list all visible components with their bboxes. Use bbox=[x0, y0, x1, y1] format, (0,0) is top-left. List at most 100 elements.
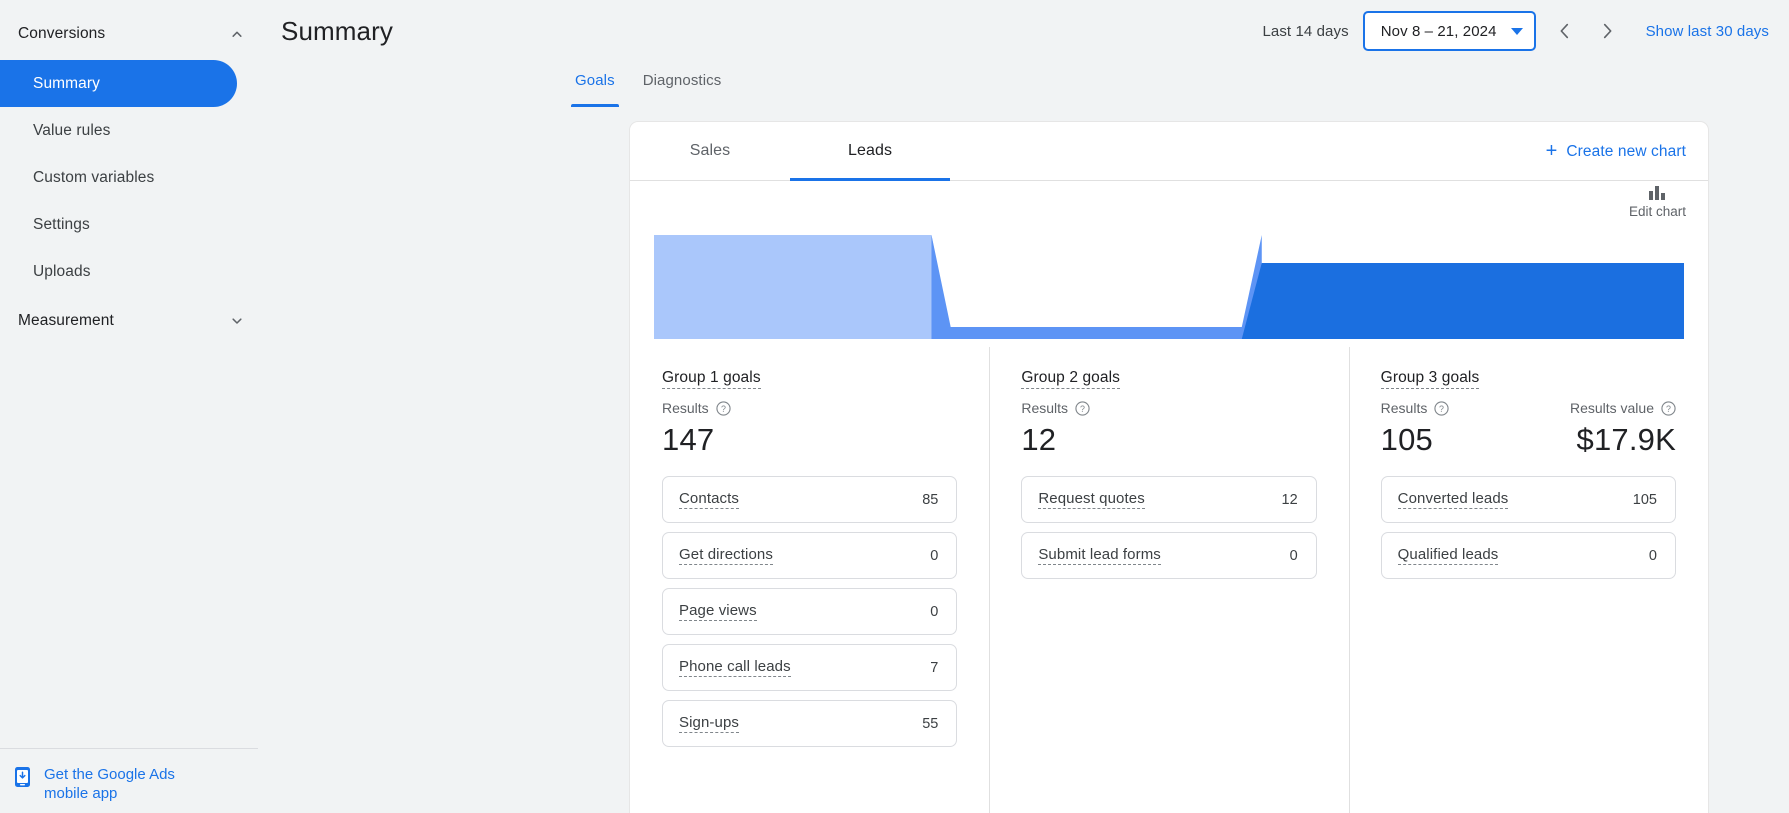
goal-row[interactable]: Phone call leads 7 bbox=[662, 644, 958, 691]
metric-value: $17.9K bbox=[1576, 422, 1676, 457]
tab-diagnostics[interactable]: Diagnostics bbox=[629, 62, 736, 107]
goal-group-1: Group 1 goals Results ? 147 Contacts 85 … bbox=[630, 347, 989, 756]
bar-chart-icon bbox=[1648, 186, 1665, 200]
goal-list: Contacts 85 Get directions 0 Page views … bbox=[662, 476, 958, 747]
goal-list: Converted leads 105 Qualified leads 0 bbox=[1380, 476, 1676, 579]
stacked-area-chart[interactable] bbox=[654, 227, 1684, 347]
goal-name[interactable]: Page views bbox=[679, 602, 757, 621]
goal-group-metrics: Results ? 147 bbox=[662, 400, 957, 458]
goal-row[interactable]: Contacts 85 bbox=[662, 476, 958, 523]
goal-value: 85 bbox=[922, 491, 939, 508]
goal-list: Request quotes 12 Submit lead forms 0 bbox=[1021, 476, 1317, 579]
card-tab-label: Sales bbox=[689, 142, 731, 159]
goal-group-2: Group 2 goals Results ? 12 Request quote… bbox=[989, 347, 1348, 813]
goal-name[interactable]: Sign-ups bbox=[679, 714, 740, 733]
sidebar-item-label: Custom variables bbox=[33, 168, 155, 186]
edit-chart-label: Edit chart bbox=[1628, 204, 1686, 219]
goal-row[interactable]: Page views 0 bbox=[662, 588, 958, 635]
sidebar-section-conversions[interactable]: Conversions bbox=[0, 12, 265, 56]
chart-series-group2 bbox=[931, 235, 1262, 339]
goal-row[interactable]: Get directions 0 bbox=[662, 532, 958, 579]
chevron-right-icon bbox=[1603, 23, 1612, 39]
sidebar-item-settings[interactable]: Settings bbox=[0, 201, 237, 248]
sidebar-item-uploads[interactable]: Uploads bbox=[0, 248, 237, 295]
sidebar-item-label: Value rules bbox=[33, 121, 111, 139]
plus-icon: + bbox=[1545, 139, 1558, 162]
sidebar-item-custom-variables[interactable]: Custom variables bbox=[0, 154, 237, 201]
mobile-app-link[interactable]: Get the Google Ads mobile app bbox=[44, 765, 214, 803]
goal-name[interactable]: Phone call leads bbox=[679, 658, 791, 677]
date-range-controls: Last 14 days Nov 8 – 21, 2024 Show last … bbox=[1262, 10, 1769, 52]
page-title: Summary bbox=[281, 15, 393, 46]
goal-row[interactable]: Submit lead forms 0 bbox=[1021, 532, 1317, 579]
sidebar-items: Summary Value rules Custom variables Set… bbox=[0, 60, 265, 295]
help-icon[interactable]: ? bbox=[1661, 400, 1676, 416]
goal-value: 55 bbox=[922, 715, 939, 732]
goal-group-name[interactable]: Group 2 goals bbox=[1021, 369, 1120, 389]
page-tabs: Goals Diagnostics bbox=[265, 62, 1789, 107]
next-period-button[interactable] bbox=[1586, 10, 1628, 52]
goal-row[interactable]: Sign-ups 55 bbox=[662, 700, 958, 747]
sidebar-item-summary[interactable]: Summary bbox=[0, 60, 237, 107]
show-last-30-days-link[interactable]: Show last 30 days bbox=[1646, 23, 1769, 40]
chevron-left-icon bbox=[1560, 23, 1568, 39]
mobile-download-icon bbox=[15, 767, 30, 787]
goal-group-metrics: Results ? 12 bbox=[1021, 400, 1316, 458]
tab-goals[interactable]: Goals bbox=[561, 62, 629, 107]
goals-card: Sales Leads + Create new chart Edit char… bbox=[629, 121, 1709, 813]
help-icon[interactable]: ? bbox=[1434, 400, 1449, 416]
goal-group-name[interactable]: Group 1 goals bbox=[662, 369, 761, 389]
help-icon[interactable]: ? bbox=[1075, 400, 1090, 416]
goal-name[interactable]: Submit lead forms bbox=[1038, 546, 1161, 565]
sidebar-section-measurement[interactable]: Measurement bbox=[0, 299, 265, 343]
date-range-value: Nov 8 – 21, 2024 bbox=[1380, 22, 1497, 40]
metric-label: Results value bbox=[1569, 400, 1654, 416]
goal-value: 0 bbox=[930, 603, 939, 620]
card-tab-leads[interactable]: Leads bbox=[790, 122, 950, 181]
metric-label: Results bbox=[1021, 400, 1069, 416]
goal-value: 0 bbox=[930, 547, 939, 564]
goal-row[interactable]: Converted leads 105 bbox=[1380, 476, 1676, 523]
goal-name[interactable]: Request quotes bbox=[1038, 490, 1145, 509]
chevron-up-icon bbox=[232, 31, 242, 37]
svg-text:?: ? bbox=[1666, 403, 1671, 413]
tab-label: Diagnostics bbox=[642, 72, 722, 89]
edit-chart-button[interactable]: Edit chart bbox=[1629, 184, 1686, 219]
card-tab-sales[interactable]: Sales bbox=[630, 122, 790, 180]
date-range-select[interactable]: Nov 8 – 21, 2024 bbox=[1362, 11, 1536, 51]
metric-label: Results bbox=[1380, 400, 1428, 416]
sidebar-section-label: Conversions bbox=[18, 25, 106, 42]
goal-group-name[interactable]: Group 3 goals bbox=[1380, 369, 1480, 389]
goal-name[interactable]: Contacts bbox=[679, 490, 739, 509]
goal-group-3: Group 3 goals Results ? 105 Results valu… bbox=[1348, 347, 1708, 813]
goal-row[interactable]: Request quotes 12 bbox=[1021, 476, 1317, 523]
svg-text:?: ? bbox=[1080, 403, 1085, 413]
metric-value: 12 bbox=[1021, 422, 1057, 457]
create-new-chart-button[interactable]: + Create new chart bbox=[1546, 122, 1686, 181]
sidebar-section-label: Measurement bbox=[18, 312, 114, 329]
help-icon[interactable]: ? bbox=[716, 400, 731, 416]
goal-value: 0 bbox=[1648, 547, 1657, 564]
metric-results: Results ? 105 bbox=[1381, 400, 1529, 458]
goal-name[interactable]: Qualified leads bbox=[1397, 546, 1499, 565]
goal-row[interactable]: Qualified leads 0 bbox=[1380, 532, 1676, 579]
svg-text:?: ? bbox=[1439, 403, 1444, 413]
sidebar-item-label: Summary bbox=[33, 74, 101, 92]
metric-results: Results ? 147 bbox=[662, 400, 957, 458]
metric-label: Results bbox=[662, 400, 709, 416]
metric-value: 105 bbox=[1380, 422, 1433, 457]
metric-results-value: Results value ? $17.9K bbox=[1528, 400, 1676, 458]
chevron-down-icon bbox=[1510, 27, 1523, 35]
goal-name[interactable]: Converted leads bbox=[1397, 490, 1509, 509]
top-bar: Summary Last 14 days Nov 8 – 21, 2024 Sh… bbox=[265, 0, 1789, 62]
sidebar-item-label: Uploads bbox=[33, 262, 91, 280]
goal-groups: Group 1 goals Results ? 147 Contacts 85 … bbox=[630, 347, 1708, 813]
chart-container bbox=[630, 181, 1708, 347]
goal-group-metrics: Results ? 105 Results value ? $17.9K bbox=[1381, 400, 1676, 458]
card-tab-label: Leads bbox=[847, 142, 893, 159]
goal-name[interactable]: Get directions bbox=[679, 546, 773, 565]
prev-period-button[interactable] bbox=[1544, 10, 1586, 52]
card-tabs: Sales Leads + Create new chart bbox=[630, 122, 1708, 181]
sidebar-item-value-rules[interactable]: Value rules bbox=[0, 107, 237, 154]
sidebar-item-label: Settings bbox=[33, 215, 90, 233]
